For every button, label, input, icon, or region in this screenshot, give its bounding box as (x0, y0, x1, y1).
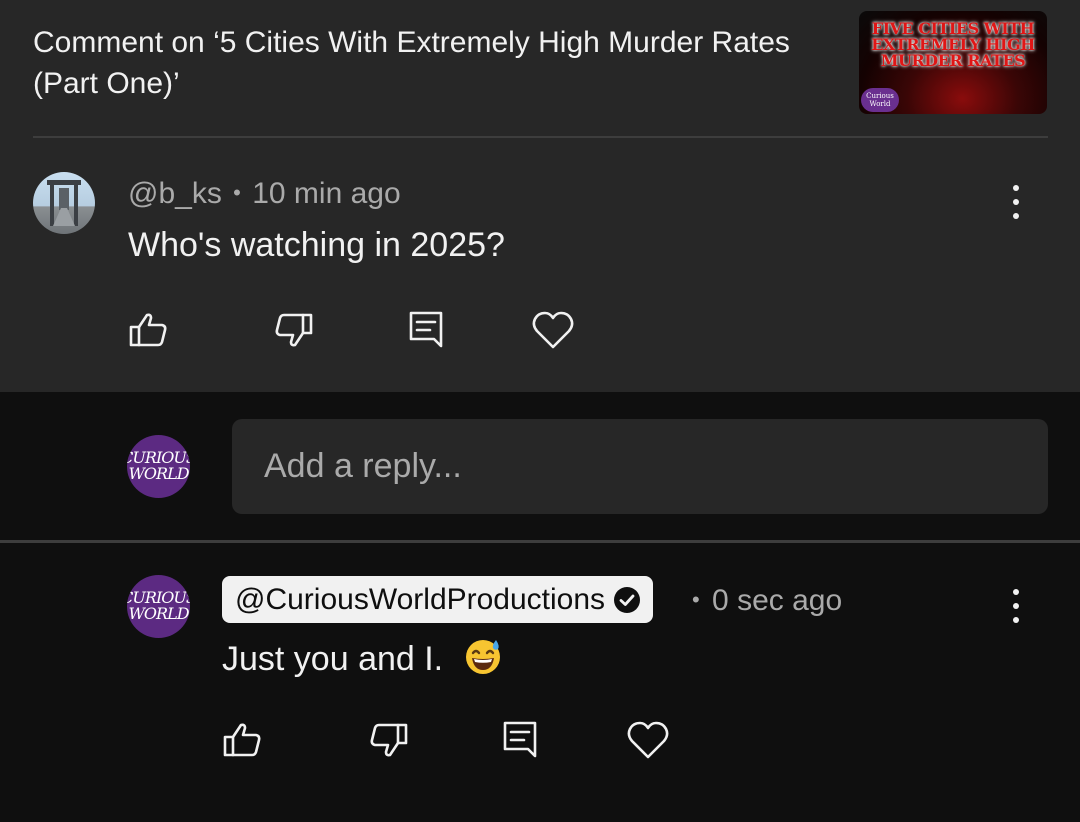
reply-avatar[interactable]: CURIOUS WORLD (127, 575, 190, 638)
meta-separator: • (233, 180, 241, 205)
reply-text: Just you and I. (222, 640, 444, 678)
reply-dislike-icon[interactable] (365, 716, 413, 764)
header-divider (33, 136, 1048, 138)
reply-reply-icon[interactable] (496, 716, 544, 764)
reply-heart-icon[interactable] (624, 716, 672, 764)
my-avatar[interactable]: CURIOUS WORLD (127, 435, 190, 498)
comment-text: Who's watching in 2025? (128, 226, 505, 264)
thumbnail-channel-logo: Curious World (861, 88, 899, 112)
reply-icon[interactable] (402, 306, 450, 354)
reply-more-icon[interactable] (1001, 584, 1031, 628)
heart-icon[interactable] (529, 306, 577, 354)
avatar-logo-text: CURIOUS WORLD (127, 588, 190, 623)
meta-separator: • (692, 587, 700, 612)
reply-handle: @CuriousWorldProductions (235, 583, 606, 616)
reply-divider (0, 540, 1080, 543)
reply-text-line: Just you and I. (222, 636, 503, 679)
like-icon[interactable] (124, 306, 172, 354)
video-thumbnail[interactable]: Five Cities With Extremely High Murder R… (859, 11, 1047, 114)
comment-handle[interactable]: @b_ks (128, 177, 222, 210)
page-title: Comment on ‘5 Cities With Extremely High… (33, 26, 790, 100)
reply-time[interactable]: 0 sec ago (712, 584, 842, 617)
reply-like-icon[interactable] (218, 716, 266, 764)
comment-meta: @b_ks • 10 min ago (128, 175, 401, 212)
grinning-sweat-emoji-icon (465, 640, 500, 674)
reply-input[interactable]: Add a reply... (232, 419, 1048, 514)
reply-meta: • 0 sec ago (692, 582, 842, 619)
commenter-avatar[interactable] (33, 172, 95, 234)
comment-time[interactable]: 10 min ago (252, 177, 400, 210)
thumbnail-caption: Five Cities With Extremely High Murder R… (871, 19, 1035, 70)
avatar-logo-text: CURIOUS WORLD (127, 448, 190, 483)
reply-handle-badge[interactable]: @CuriousWorldProductions (222, 576, 654, 623)
verified-check-icon (614, 587, 641, 613)
dislike-icon[interactable] (270, 306, 318, 354)
comment-more-icon[interactable] (1001, 180, 1031, 224)
